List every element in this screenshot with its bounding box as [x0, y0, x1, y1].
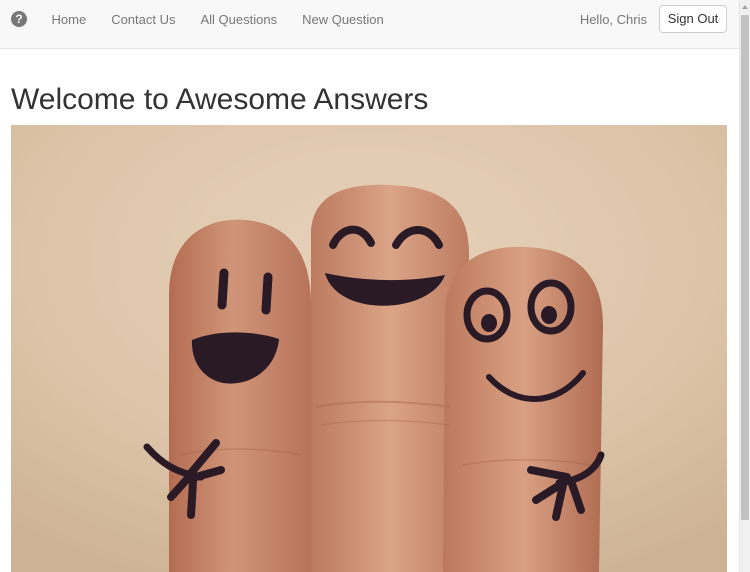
right-pupil — [481, 314, 497, 332]
content-area: ? Home Contact Us All Questions New Ques… — [0, 0, 739, 572]
left-finger — [169, 219, 311, 572]
left-eye — [261, 272, 273, 315]
top-navbar: ? Home Contact Us All Questions New Ques… — [0, 0, 739, 49]
right-pupil — [541, 306, 557, 324]
nav-link-all-questions[interactable]: All Questions — [188, 0, 290, 39]
question-circle-icon[interactable]: ? — [11, 11, 27, 27]
nav-link-home[interactable]: Home — [39, 0, 99, 39]
user-greeting: Hello, Chris — [579, 12, 647, 27]
scrollbar-thumb[interactable] — [741, 15, 749, 520]
nav-links: Home Contact Us All Questions New Questi… — [39, 0, 396, 39]
smiley-fingers-image — [11, 125, 727, 572]
left-eye — [217, 268, 229, 310]
hero-illustration — [11, 125, 727, 572]
scroll-up-arrow-icon[interactable] — [740, 0, 750, 14]
sign-out-button[interactable]: Sign Out — [659, 5, 727, 33]
nav-link-contact-us[interactable]: Contact Us — [99, 0, 188, 39]
nav-link-new-question[interactable]: New Question — [290, 0, 397, 39]
page-title: Welcome to Awesome Answers — [11, 83, 429, 116]
vertical-scrollbar[interactable] — [739, 0, 750, 572]
right-finger — [443, 246, 603, 572]
browser-page: ? Home Contact Us All Questions New Ques… — [0, 0, 750, 572]
